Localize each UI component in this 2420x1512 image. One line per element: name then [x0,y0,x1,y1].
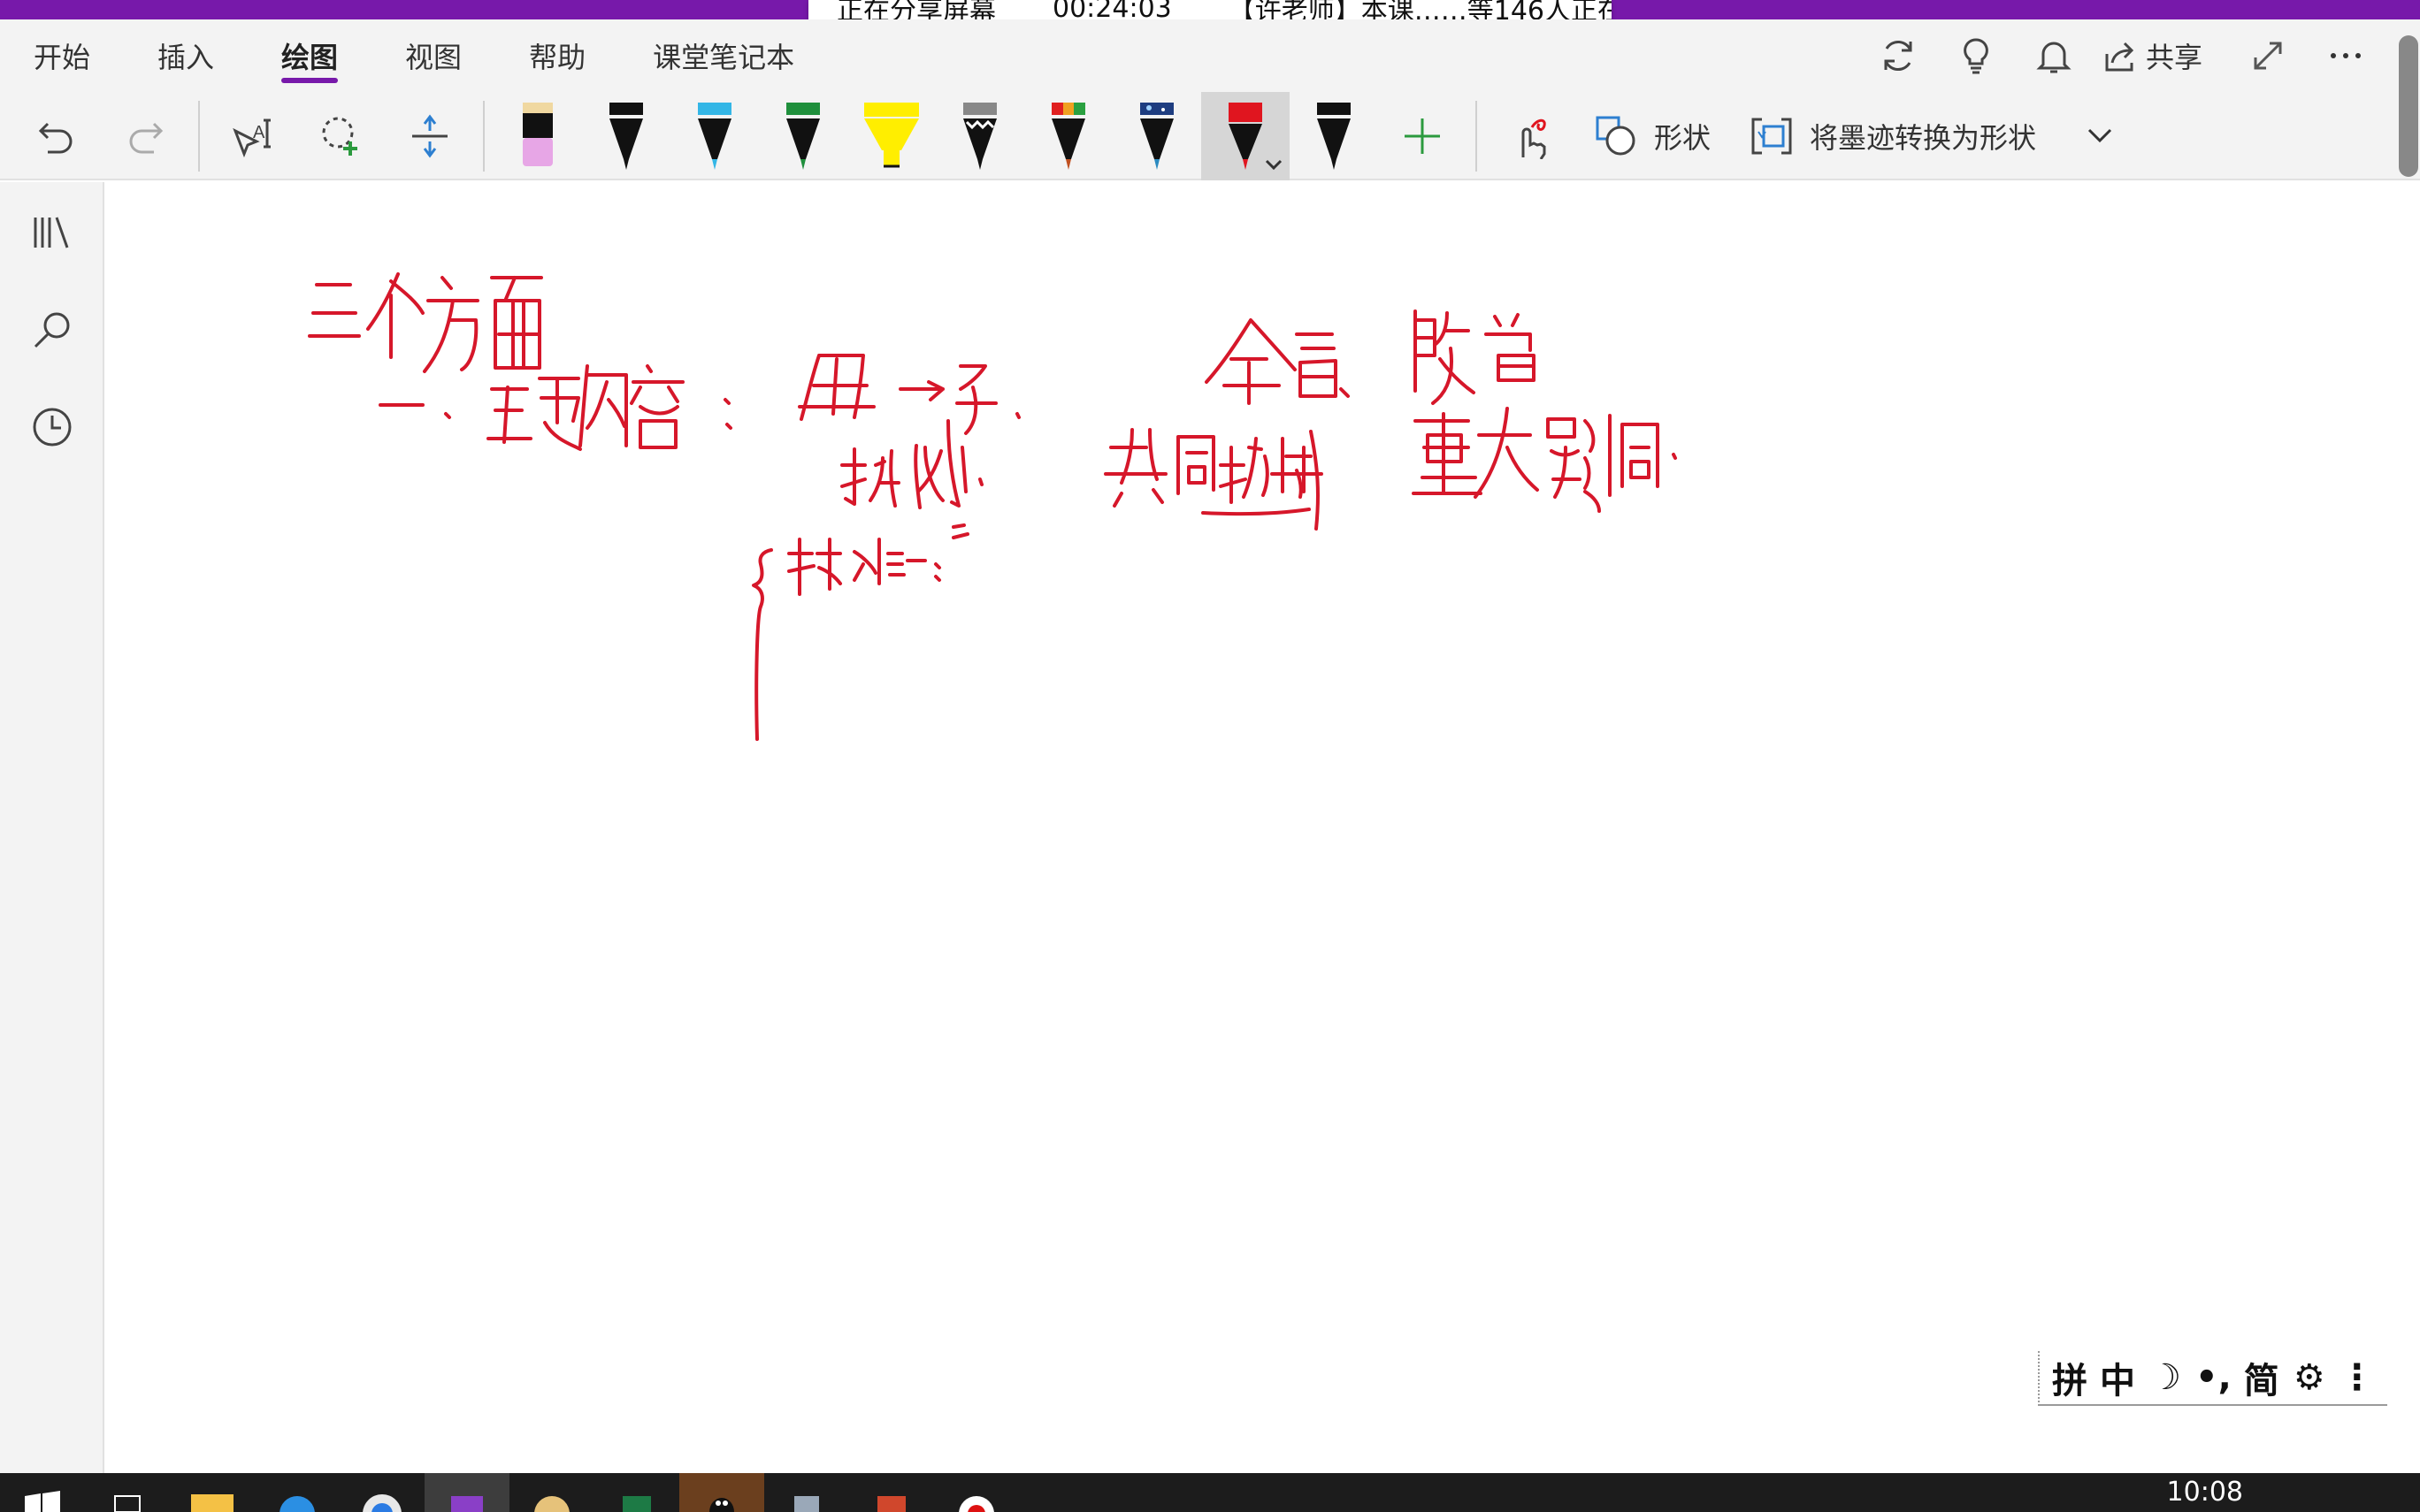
touch-draw-icon[interactable] [1486,92,1574,180]
tab-help[interactable]: 帮助 [495,19,619,92]
ribbon: 开始 插入 绘图 视图 帮助 课堂笔记本 共享 A 形状 将墨迹转换为形状 [0,19,2420,180]
share-label: 共享 [2145,41,2202,74]
toolbar-divider [1475,101,1477,172]
pen-pattern-icon[interactable] [936,92,1024,180]
draw-toolbar: A 形状 将墨迹转换为形状 [0,92,2420,180]
bell-icon[interactable] [2015,19,2093,92]
convert-ink-to-shape-button[interactable]: 将墨迹转换为形状 [1730,92,2056,180]
excel-icon[interactable] [594,1473,679,1512]
toolbar-divider [198,101,200,172]
notebooks-icon[interactable] [0,184,104,281]
pen-ocean-icon[interactable] [1113,92,1201,180]
pen-cyan-icon[interactable] [670,92,759,180]
qq-icon[interactable] [679,1473,764,1512]
shapes-icon [1596,116,1635,156]
ime-chinese-mode[interactable]: 中 [2100,1352,2135,1403]
tab-class-notebook[interactable]: 课堂笔记本 [619,19,828,92]
lightbulb-icon[interactable] [1937,19,2015,92]
edge-icon[interactable] [255,1473,340,1512]
highlighter-yellow-icon[interactable] [847,92,936,180]
onenote-taskbar-icon[interactable] [425,1473,509,1512]
pen-eraser-icon[interactable] [494,92,582,180]
type-select-icon[interactable]: A [209,92,297,180]
browser-icon[interactable] [340,1473,425,1512]
redo-icon[interactable] [101,92,189,180]
handwritten-ink [308,272,1677,741]
ribbon-tabs: 开始 插入 绘图 视图 帮助 课堂笔记本 [0,19,828,92]
file-explorer-icon[interactable] [170,1473,255,1512]
ime-simplified[interactable]: 简 [2244,1352,2279,1403]
task-view-icon[interactable] [85,1473,170,1512]
lasso-select-icon[interactable] [297,92,386,180]
ime-half-width[interactable]: ☽ [2148,1357,2183,1398]
pen-green-icon[interactable] [759,92,847,180]
settings-app-icon[interactable] [764,1473,849,1512]
convert-ink-icon [1751,118,1792,155]
recorder-icon[interactable] [934,1473,1019,1512]
ime-settings[interactable]: ⚙ [2292,1357,2327,1398]
tab-insert[interactable]: 插入 [124,19,248,92]
recent-clock-icon[interactable] [0,378,104,476]
taskbar-clock[interactable]: 10:08 [2167,1477,2243,1508]
expand-icon[interactable] [2229,19,2307,92]
ribbon-top-right: 共享 [1859,19,2420,92]
navigation-rail [0,182,104,1473]
shapes-label: 形状 [1654,121,1712,155]
powerpoint-icon[interactable] [849,1473,934,1512]
pen-black-2-icon[interactable] [1290,92,1378,180]
convert-ink-label: 将墨迹转换为形状 [1810,121,2037,155]
share-icon [2105,42,2134,72]
add-space-icon[interactable] [386,92,474,180]
pen-red-icon[interactable] [1201,92,1290,180]
start-button[interactable] [0,1473,85,1512]
tab-view[interactable]: 视图 [371,19,495,92]
ime-toolbar[interactable]: 拼 中 ☽ •, 简 ⚙ ⋮ [2038,1351,2387,1406]
pen-galaxy-icon[interactable] [1024,92,1113,180]
toolbar-divider [483,101,485,172]
ime-punctuation[interactable]: •, [2195,1357,2232,1398]
chevron-down-icon[interactable] [1265,159,1283,172]
taskbar: 10:08 [0,1473,2420,1512]
tab-home[interactable]: 开始 [0,19,124,92]
pen-black-icon[interactable] [582,92,670,180]
ime-more[interactable]: ⋮ [2340,1357,2375,1398]
share-button[interactable]: 共享 [2093,19,2229,92]
search-icon[interactable] [0,281,104,378]
add-pen-icon[interactable] [1378,92,1467,180]
paint-icon[interactable] [509,1473,594,1512]
sync-icon[interactable] [1859,19,1937,92]
svg-text:A: A [253,123,265,142]
onenote-window: 正在分享屏幕 00:24:03 【许老师】本课……等146人正在观看 开始 插入… [0,0,2420,1512]
ime-pinyin[interactable]: 拼 [2052,1352,2087,1403]
more-icon[interactable] [2307,19,2385,92]
toolbar-more-chevron-icon[interactable] [2056,92,2144,180]
tab-draw[interactable]: 绘图 [248,19,371,92]
shapes-button[interactable]: 形状 [1574,92,1730,180]
note-canvas[interactable] [106,182,2420,1473]
undo-icon[interactable] [12,92,101,180]
